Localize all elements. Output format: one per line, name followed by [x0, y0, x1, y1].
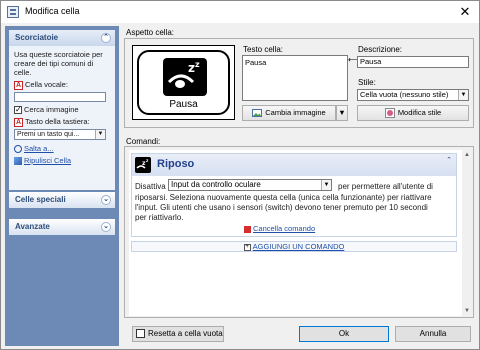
ok-label: Ok	[338, 329, 350, 338]
search-image-row[interactable]: Cerca immagine	[14, 105, 110, 115]
style-label: Stile:	[358, 78, 376, 87]
reset-label: Resetta a cella vuota	[148, 329, 223, 338]
action-select[interactable]: Input da controllo oculare ▼	[168, 179, 332, 191]
change-image-menu-button[interactable]: ▼	[336, 105, 348, 121]
command-line3: l'input. Gli utenti che usano i sensori …	[135, 203, 428, 212]
vocal-cell-icon: A	[14, 80, 23, 90]
command-line2: riposarsi. Seleziona nuovamente questa c…	[135, 193, 432, 202]
action-value: Input da controllo oculare	[171, 180, 261, 189]
clean-icon	[14, 157, 22, 166]
cancel-command-row[interactable]: Cancella comando	[244, 224, 315, 233]
shortcuts-title: Scorciatoie	[15, 33, 59, 42]
shortcuts-header[interactable]: Scorciatoie ⌃	[9, 30, 115, 46]
style-icon	[384, 108, 395, 119]
clean-cell-link[interactable]: Ripulisci Cella	[24, 156, 71, 165]
sleep-eye-icon: z z	[163, 58, 207, 96]
sidebar: Scorciatoie ⌃ Usa queste scorciatoie per…	[5, 26, 119, 346]
description-input[interactable]: Pausa	[357, 56, 469, 68]
image-icon	[252, 108, 263, 118]
command-disable-prefix: Disattiva	[135, 182, 166, 191]
appearance-section-label: Aspetto cella:	[126, 28, 175, 37]
description-label: Descrizione:	[358, 45, 403, 54]
title-bar: Modifica cella ✕	[1, 1, 479, 23]
scroll-down-icon[interactable]: ▼	[462, 306, 472, 316]
app-icon	[7, 6, 19, 18]
svg-text:z: z	[146, 158, 149, 163]
commands-section-label: Comandi:	[126, 137, 161, 146]
reset-checkbox[interactable]	[136, 329, 145, 339]
chevron-down-icon: ▼	[95, 130, 105, 139]
cancel-command-link[interactable]: Cancella comando	[253, 224, 315, 233]
command-card-header: z z Riposo ⌃	[132, 154, 456, 176]
add-command-label: AGGIUNGI UN COMANDO	[252, 242, 345, 251]
style-select[interactable]: Cella vuota (nessuno stile) ▼	[357, 89, 469, 101]
vocal-cell-label: Cella vocale:	[25, 80, 68, 89]
chevron-down-icon: ▼	[458, 90, 468, 100]
preview-label: Pausa	[169, 99, 198, 110]
special-cells-header[interactable]: Celle speciali ⌄	[9, 192, 115, 208]
chevron-down-icon: ▼	[321, 180, 331, 190]
plus-icon: +	[243, 243, 251, 251]
modify-cell-window: Modifica cella ✕ Scorciatoie ⌃ Usa quest…	[0, 0, 480, 350]
collapse-command-icon[interactable]: ⌃	[446, 156, 452, 164]
shortcuts-panel: Scorciatoie ⌃ Usa queste scorciatoie per…	[9, 30, 115, 190]
jump-link[interactable]: Salta a...	[24, 144, 54, 153]
special-cells-panel[interactable]: Celle speciali ⌄	[9, 192, 115, 208]
cell-text-label: Testo cella:	[243, 45, 284, 54]
advanced-panel[interactable]: Avanzate ⌄	[9, 219, 115, 235]
shortcuts-description: Usa queste scorciatoie per creare dei ti…	[14, 50, 103, 77]
scroll-up-icon[interactable]: ▲	[462, 150, 472, 160]
commands-scrollbar[interactable]: ▲ ▼	[462, 150, 472, 316]
style-value: Cella vuota (nessuno stile)	[360, 90, 449, 99]
cell-preview: z z Pausa	[132, 45, 235, 120]
advanced-title: Avanzate	[15, 222, 50, 231]
svg-text:z: z	[195, 60, 200, 69]
command-line4: per riattivarlo.	[135, 213, 184, 222]
keyboard-key-icon: A	[14, 117, 23, 127]
keyboard-key-select[interactable]: Premi un tasto qui... ▼	[14, 129, 106, 140]
reset-cell-button[interactable]: Resetta a cella vuota	[132, 326, 224, 342]
ok-button[interactable]: Ok	[299, 326, 389, 342]
expand-down-icon[interactable]: ⌄	[101, 195, 111, 205]
command-title: Riposo	[157, 158, 195, 170]
shortcuts-body: Usa queste scorciatoie per creare dei ti…	[9, 46, 115, 172]
search-image-label: Cerca immagine	[24, 105, 79, 114]
close-button[interactable]: ✕	[457, 4, 473, 20]
svg-text:z: z	[188, 61, 195, 75]
command-line1-suffix: per permettere all'utente di	[338, 182, 433, 191]
edit-style-button[interactable]: Modifica stile	[357, 105, 469, 121]
edit-style-label: Modifica stile	[397, 108, 442, 117]
jump-link-row[interactable]: Salta a...	[14, 144, 110, 154]
change-image-label: Cambia immagine	[265, 108, 326, 117]
keyboard-key-value: Premi un tasto qui...	[17, 131, 80, 138]
special-cells-title: Celle speciali	[15, 195, 66, 204]
chevron-down-icon: ▼	[338, 108, 346, 117]
add-command-button[interactable]: + AGGIUNGI UN COMANDO	[131, 241, 457, 252]
cancel-button[interactable]: Annulla	[395, 326, 471, 342]
window-title: Modifica cella	[25, 6, 80, 16]
sleep-command-icon: z z	[135, 157, 151, 173]
vocal-cell-row: A Cella vocale:	[14, 80, 110, 90]
cell-text-input[interactable]: Pausa	[242, 55, 348, 101]
keyboard-key-label: Tasto della tastiera:	[25, 117, 90, 126]
vocal-cell-input[interactable]	[14, 92, 106, 102]
clean-link-row[interactable]: Ripulisci Cella	[14, 156, 110, 166]
search-image-checkbox[interactable]	[14, 105, 22, 115]
advanced-header[interactable]: Avanzate ⌄	[9, 219, 115, 235]
collapse-up-icon[interactable]: ⌃	[101, 33, 111, 43]
expand-down-icon[interactable]: ⌄	[101, 222, 111, 232]
keyboard-key-row: A Tasto della tastiera:	[14, 117, 110, 127]
delete-icon	[244, 225, 251, 233]
cell-preview-tile: z z Pausa	[137, 50, 230, 115]
cancel-label: Annulla	[419, 329, 447, 338]
jump-icon	[14, 145, 22, 154]
change-image-button[interactable]: Cambia immagine	[242, 105, 336, 121]
